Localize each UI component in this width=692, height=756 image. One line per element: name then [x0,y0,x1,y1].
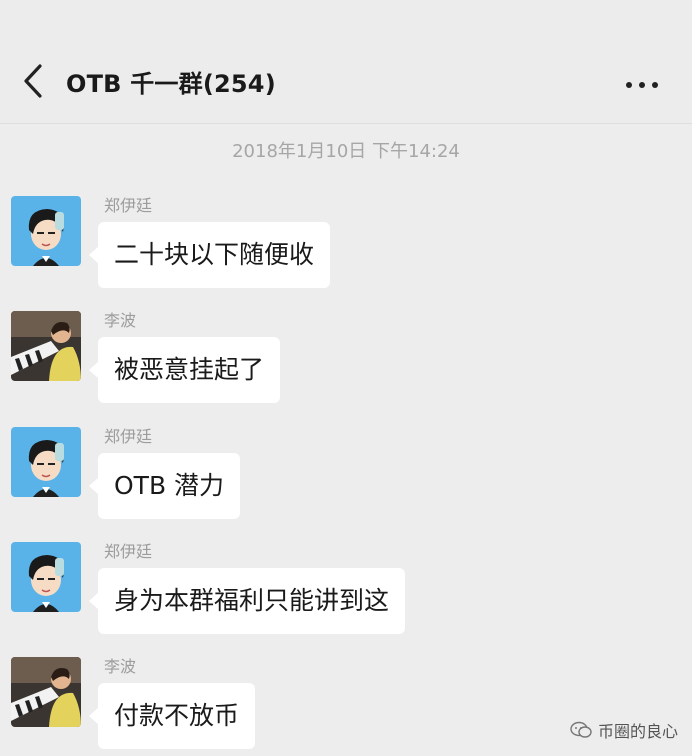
cartoon-boy-avatar [11,196,81,266]
chat-title: OTB 千一群(254) [66,70,276,98]
message-bubble[interactable]: OTB 潜力 [88,453,241,519]
piano-child-photo-avatar [11,311,81,381]
watermark-text: 币圈的良心 [597,722,678,741]
piano-child-photo-avatar [11,657,81,727]
avatar[interactable] [11,657,81,727]
sender-name: 郑伊廷 [104,427,153,446]
watermark: 币圈的良心 [570,718,678,742]
message-bubble[interactable]: 二十块以下随便收 [88,222,331,288]
chevron-left-icon [24,64,42,98]
sender-name: 郑伊廷 [104,542,153,561]
sender-name: 李波 [104,657,137,676]
wechat-logo-icon [570,721,592,738]
message-bubble[interactable]: 身为本群福利只能讲到这 [88,568,406,634]
message-bubble[interactable]: 付款不放币 [88,683,256,749]
more-options-button[interactable] [622,70,662,100]
chat-header: OTB 千一群(254) [0,0,692,124]
avatar[interactable] [11,427,81,497]
cartoon-boy-avatar [11,427,81,497]
message-bubble[interactable]: 被恶意挂起了 [88,337,281,403]
avatar[interactable] [11,542,81,612]
chat-timestamp: 2018年1月10日 下午14:24 [232,141,460,162]
sender-name: 郑伊廷 [104,196,153,215]
avatar[interactable] [11,196,81,266]
avatar[interactable] [11,311,81,381]
back-button[interactable] [14,58,50,104]
more-dots-icon [626,82,658,88]
sender-name: 李波 [104,311,137,330]
cartoon-boy-avatar [11,542,81,612]
